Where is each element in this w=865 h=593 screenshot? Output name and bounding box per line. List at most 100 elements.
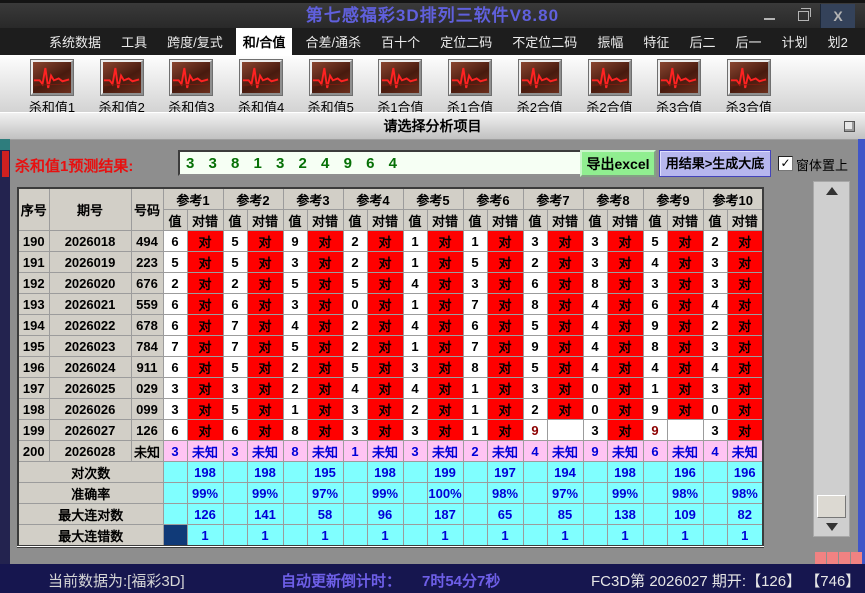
cell-value[interactable]: 7 [462, 293, 488, 315]
cell-result[interactable]: 对 [306, 230, 344, 252]
cell-result[interactable]: 对 [726, 293, 764, 315]
toolbar-button-杀2合值-9[interactable]: 杀2合值 [582, 60, 638, 116]
cell-value[interactable]: 8 [282, 440, 308, 462]
cell-result[interactable]: 对 [426, 377, 464, 399]
cell-value[interactable]: 4 [402, 272, 428, 294]
menu-item-计划[interactable]: 计划 [775, 28, 815, 55]
summary-value[interactable]: 1 [726, 524, 764, 547]
cell-result[interactable]: 对 [486, 398, 524, 420]
summary-value[interactable]: 96 [366, 503, 404, 525]
menu-item-不定位二码[interactable]: 不定位二码 [505, 28, 584, 55]
summary-value[interactable]: 198 [246, 461, 284, 483]
cell-result[interactable]: 对 [186, 335, 224, 357]
summary-value[interactable]: 126 [186, 503, 224, 525]
cell-value[interactable]: 5 [222, 251, 248, 273]
cell-value[interactable]: 1 [402, 230, 428, 252]
summary-value[interactable]: 1 [426, 524, 464, 547]
cell-value[interactable]: 2 [162, 272, 188, 294]
cell-value[interactable]: 4 [582, 335, 608, 357]
menu-item-工具[interactable]: 工具 [114, 28, 154, 55]
summary-spacer-cell[interactable] [282, 503, 308, 525]
cell-value[interactable]: 6 [642, 293, 668, 315]
cell-value[interactable]: 2 [282, 356, 308, 378]
cell-value[interactable]: 1 [642, 377, 668, 399]
toolbar-button-杀2合值-8[interactable]: 杀2合值 [512, 60, 568, 116]
cell-value[interactable]: 6 [162, 419, 188, 441]
summary-spacer-cell[interactable] [522, 524, 548, 547]
cell-result[interactable]: 对 [486, 293, 524, 315]
cell-value[interactable]: 8 [642, 335, 668, 357]
cell-result[interactable]: 对 [306, 251, 344, 273]
cell-result[interactable]: 对 [486, 272, 524, 294]
cell-value[interactable]: 4 [402, 314, 428, 336]
cell-result[interactable]: 对 [726, 419, 764, 441]
summary-spacer-cell[interactable] [702, 503, 728, 525]
cell-value[interactable]: 9 [642, 398, 668, 420]
cell-result[interactable]: 对 [666, 293, 704, 315]
cell-result[interactable]: 对 [486, 335, 524, 357]
toolbar-button-杀3合值-11[interactable]: 杀3合值 [721, 60, 777, 116]
summary-spacer-cell[interactable] [702, 524, 728, 547]
cell-value[interactable]: 3 [162, 440, 188, 462]
cell-value[interactable]: 3 [402, 356, 428, 378]
cell-result[interactable]: 对 [606, 251, 644, 273]
cell-result[interactable]: 对 [546, 293, 584, 315]
cell-result[interactable]: 对 [246, 398, 284, 420]
cell-value[interactable]: 1 [402, 251, 428, 273]
summary-value[interactable]: 198 [186, 461, 224, 483]
summary-value[interactable]: 1 [186, 524, 224, 547]
cell-result[interactable]: 未知 [426, 440, 464, 462]
cell-value[interactable]: 5 [342, 356, 368, 378]
cell-value[interactable]: 3 [702, 272, 728, 294]
cell-result[interactable]: 对 [426, 230, 464, 252]
cell-value[interactable]: 2 [342, 335, 368, 357]
cell-result[interactable]: 对 [246, 230, 284, 252]
cell-value[interactable]: 3 [342, 398, 368, 420]
close-button[interactable]: X [820, 4, 855, 28]
summary-value[interactable]: 138 [606, 503, 644, 525]
summary-value[interactable]: 85 [546, 503, 584, 525]
cell-result[interactable]: 对 [606, 398, 644, 420]
menu-item-后一[interactable]: 后一 [729, 28, 769, 55]
cell-value[interactable]: 0 [582, 398, 608, 420]
cell-value[interactable]: 5 [462, 251, 488, 273]
cell-result[interactable]: 对 [366, 398, 404, 420]
cell-result[interactable]: 对 [546, 251, 584, 273]
toolbar-button-杀和值4-4[interactable]: 杀和值4 [233, 60, 289, 116]
summary-spacer-cell[interactable] [162, 461, 188, 483]
cell-result[interactable]: 未知 [186, 440, 224, 462]
export-excel-button[interactable]: 导出excel [580, 150, 656, 177]
cell-value[interactable]: 4 [582, 314, 608, 336]
cell-result[interactable]: 对 [486, 251, 524, 273]
toolbar-button-杀1合值-6[interactable]: 杀1合值 [372, 60, 428, 116]
cell-value[interactable]: 5 [222, 398, 248, 420]
cell-value[interactable]: 1 [462, 419, 488, 441]
summary-spacer-cell[interactable] [702, 461, 728, 483]
cell-result[interactable]: 对 [666, 251, 704, 273]
prediction-result-input[interactable] [178, 150, 582, 176]
cell-result[interactable]: 对 [186, 314, 224, 336]
cell-result[interactable]: 未知 [666, 440, 704, 462]
cell-value[interactable]: 3 [522, 230, 548, 252]
cell-value[interactable]: 6 [222, 293, 248, 315]
menu-item-和/合值[interactable]: 和/合值 [235, 28, 293, 55]
summary-value[interactable]: 199 [426, 461, 464, 483]
cell-result[interactable]: 未知 [486, 440, 524, 462]
summary-value[interactable]: 187 [426, 503, 464, 525]
toolbar-button-杀和值1-1[interactable]: 杀和值1 [24, 60, 80, 116]
cell-value[interactable]: 6 [162, 293, 188, 315]
cell-result[interactable]: 对 [606, 419, 644, 441]
cell-value[interactable]: 7 [462, 335, 488, 357]
cell-value[interactable]: 3 [642, 272, 668, 294]
cell-result[interactable]: 未知 [306, 440, 344, 462]
panel-launcher-icon[interactable] [844, 121, 855, 132]
cell-value[interactable]: 5 [162, 251, 188, 273]
menu-item-划2[interactable]: 划2 [821, 28, 855, 55]
summary-value[interactable]: 109 [666, 503, 704, 525]
summary-spacer-cell[interactable] [462, 461, 488, 483]
cell-result[interactable]: 未知 [726, 440, 764, 462]
summary-value[interactable]: 1 [666, 524, 704, 547]
scrollbar-up-button[interactable] [814, 185, 849, 199]
cell-value[interactable]: 2 [342, 314, 368, 336]
cell-result[interactable]: 对 [426, 356, 464, 378]
